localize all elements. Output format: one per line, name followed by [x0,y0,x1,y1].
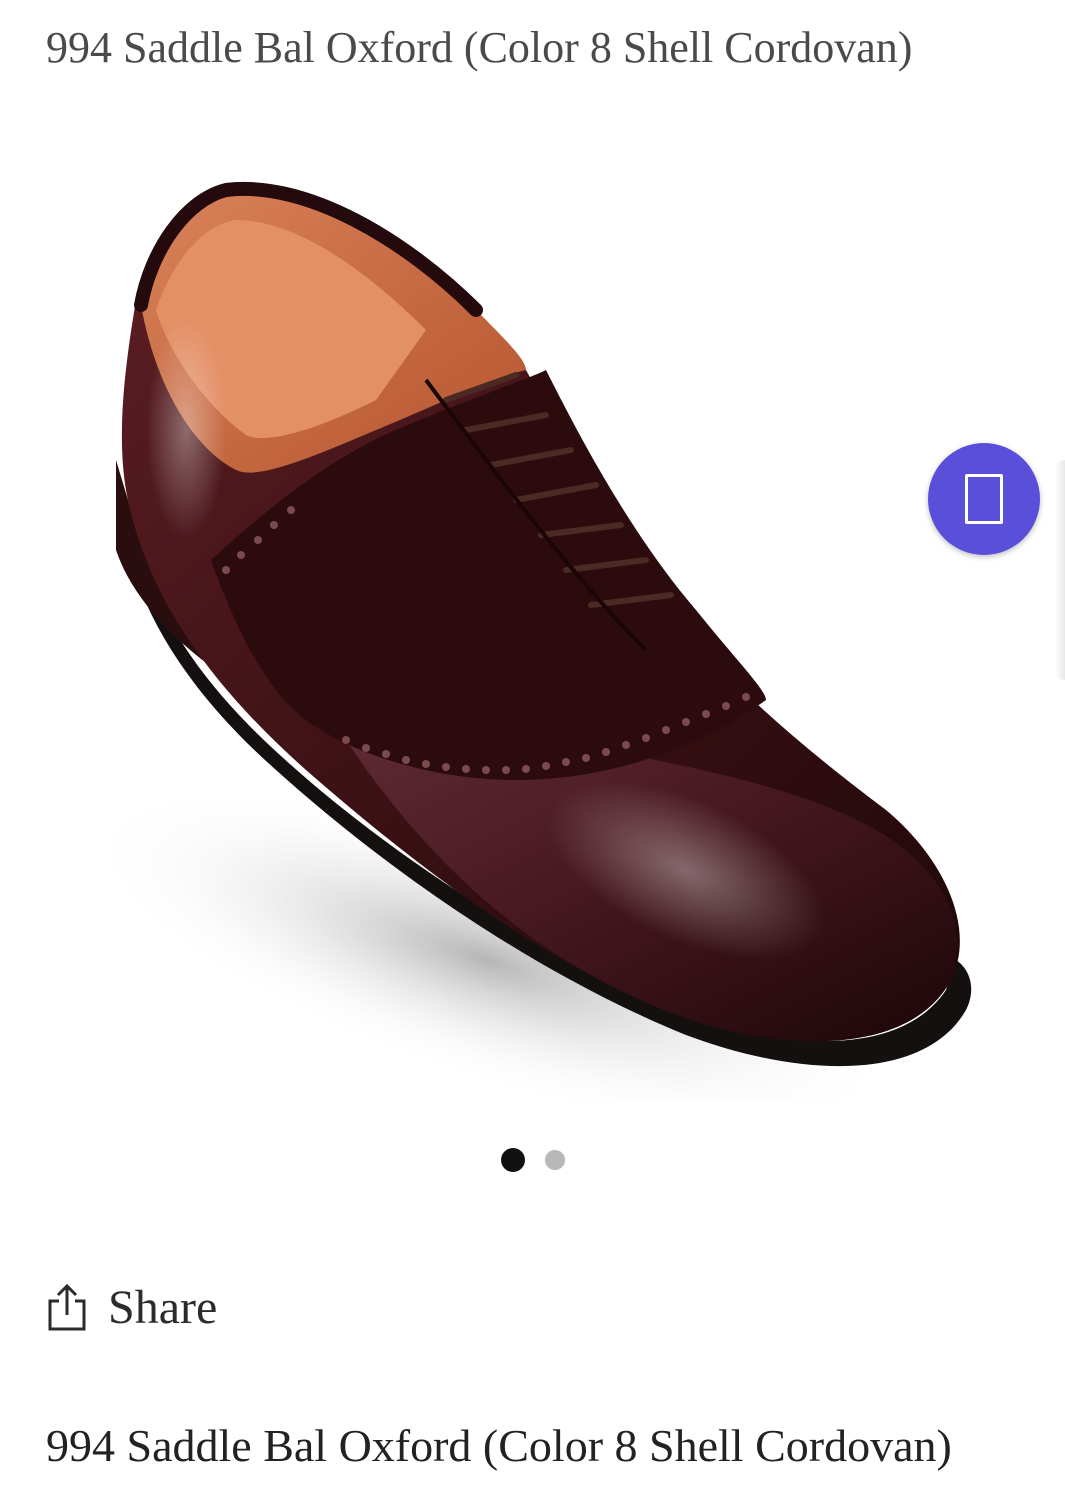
share-button[interactable]: Share [46,1278,217,1338]
carousel-dot-2[interactable] [544,1150,565,1170]
image-gallery[interactable] [0,100,1065,1120]
page-title: 994 Saddle Bal Oxford (Color 8 Shell Cor… [46,23,913,72]
product-image [84,181,972,1100]
product-title: 994 Saddle Bal Oxford (Color 8 Shell Cor… [46,1420,952,1471]
carousel-dot-1[interactable] [500,1148,525,1172]
page-icon [965,474,1003,524]
share-icon [48,1283,86,1331]
share-label: Share [108,1281,218,1334]
carousel-pagination [0,1148,1065,1172]
next-image-peek[interactable] [1055,460,1065,680]
floating-action-button[interactable] [928,443,1040,555]
